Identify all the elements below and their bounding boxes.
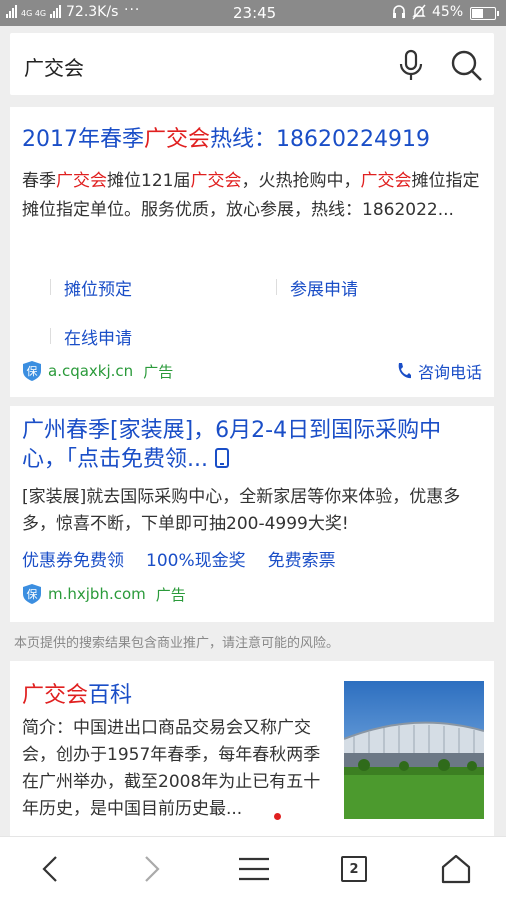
- signal-icon: 4G 4G: [6, 5, 62, 18]
- ad-badge: 广告: [155, 585, 186, 604]
- snippet-text: ，火热抢购中，: [241, 171, 361, 191]
- result-sitelinks: 优惠券免费领 100%现金奖 免费索票: [22, 546, 336, 571]
- result-source: 保 m.hxjbh.com 广告: [22, 583, 186, 605]
- network-speed: 72.3K/s: [66, 4, 119, 20]
- ad-badge: 广告: [143, 362, 174, 381]
- title-keyword: 广交会: [144, 127, 211, 152]
- sitelink-online-apply[interactable]: 在线申请: [50, 324, 132, 349]
- search-result-ad-2[interactable]: 广州春季[家装展]，6月2-4日到国际采购中心，「点击免费领... [家装展]就…: [10, 406, 494, 622]
- title-prefix: 2017年春季: [22, 127, 144, 152]
- search-result-ad-1[interactable]: 2017年春季广交会热线：18620224919 春季广交会摊位121届广交会，…: [10, 107, 494, 397]
- headset-icon: [393, 5, 405, 18]
- snippet-keyword: 广交会: [190, 171, 242, 191]
- chevron-left-icon: [42, 856, 57, 882]
- title-suffix: 热线：18620224919: [210, 127, 430, 152]
- sitelink-coupon[interactable]: 优惠券免费领: [22, 546, 124, 571]
- status-bar: 4G 4G 72.3K/s ··· 23:45 45%: [0, 0, 506, 26]
- ad-disclaimer: 本页提供的搜索结果包含商业推广，请注意可能的风险。: [14, 636, 340, 651]
- battery-icon: [470, 7, 499, 20]
- mobile-icon: [214, 448, 229, 468]
- chevron-right-icon: [145, 856, 160, 882]
- clock: 23:45: [233, 4, 277, 22]
- sitelink-cash-prize[interactable]: 100%现金奖: [146, 546, 246, 571]
- notification-dot: [274, 813, 281, 820]
- microphone-icon[interactable]: [398, 49, 424, 83]
- search-bar[interactable]: 广交会: [10, 33, 494, 95]
- back-button[interactable]: [30, 851, 70, 887]
- title-keyword: 广交会: [22, 683, 89, 708]
- status-icons: [392, 4, 426, 20]
- snippet-text: 摊位121届: [107, 171, 191, 191]
- home-icon: [441, 854, 471, 884]
- sitelink-booth-booking[interactable]: 摊位预定: [50, 275, 132, 300]
- shield-label: 保: [27, 587, 38, 601]
- title-text: 广州春季[家装展]，6月2-4日到国际采购中心，「点击免费领...: [22, 418, 442, 472]
- result-domain: a.cqaxkj.cn: [48, 362, 134, 380]
- result-title-link[interactable]: 广州春季[家装展]，6月2-4日到国际采购中心，「点击免费领...: [22, 416, 482, 474]
- result-snippet: 春季广交会摊位121届广交会，火热抢购中，广交会摊位指定摊位指定单位。服务优质，…: [22, 167, 482, 225]
- bottom-navigation: 2: [0, 836, 506, 901]
- network-type: 4G 4G: [21, 9, 47, 18]
- consult-label: 咨询电话: [417, 363, 482, 382]
- tab-count: 2: [341, 856, 367, 882]
- shield-label: 保: [27, 364, 38, 378]
- battery-fill: [472, 9, 483, 18]
- snippet-keyword: 广交会: [360, 171, 412, 191]
- shield-icon: 保: [23, 584, 41, 604]
- shield-icon: 保: [23, 361, 41, 381]
- sitelink-free-ticket[interactable]: 免费索票: [268, 546, 336, 571]
- phone-icon: [398, 363, 411, 379]
- result-domain: m.hxjbh.com: [48, 585, 146, 603]
- exhibition-hall-image: [344, 681, 484, 819]
- consult-phone-button[interactable]: 咨询电话: [396, 359, 482, 383]
- mute-bell-icon: [412, 4, 426, 20]
- snippet-text: 春季: [22, 171, 56, 191]
- more-notifications-icon: ···: [124, 2, 141, 18]
- result-title-link[interactable]: 广交会百科: [22, 677, 132, 709]
- result-thumbnail[interactable]: [344, 681, 484, 819]
- forward-button[interactable]: [132, 851, 172, 887]
- result-source: 保 a.cqaxkj.cn 广告: [22, 360, 173, 382]
- menu-icon: [239, 857, 269, 881]
- tabs-button[interactable]: 2: [334, 851, 374, 887]
- menu-button[interactable]: [234, 851, 274, 887]
- search-icon[interactable]: [450, 49, 484, 83]
- result-title-link[interactable]: 2017年春季广交会热线：18620224919: [22, 121, 430, 153]
- result-snippet: 简介：中国进出口商品交易会又称广交会，创办于1957年春季，每年春秋两季在广州举…: [22, 718, 321, 819]
- search-result-encyclopedia[interactable]: 广交会百科 简介：中国进出口商品交易会又称广交会，创办于1957年春季，每年春秋…: [10, 661, 494, 837]
- battery-percent: 45%: [432, 4, 464, 20]
- result-snippet: [家装展]就去国际采购中心，全新家居等你来体验，优惠多多，惊喜不断，下单即可抽2…: [22, 487, 461, 534]
- title-suffix: 百科: [88, 683, 133, 708]
- home-button[interactable]: [436, 851, 476, 887]
- sitelink-exhibit-apply[interactable]: 参展申请: [276, 275, 358, 300]
- snippet-keyword: 广交会: [56, 171, 107, 191]
- search-query[interactable]: 广交会: [24, 52, 84, 81]
